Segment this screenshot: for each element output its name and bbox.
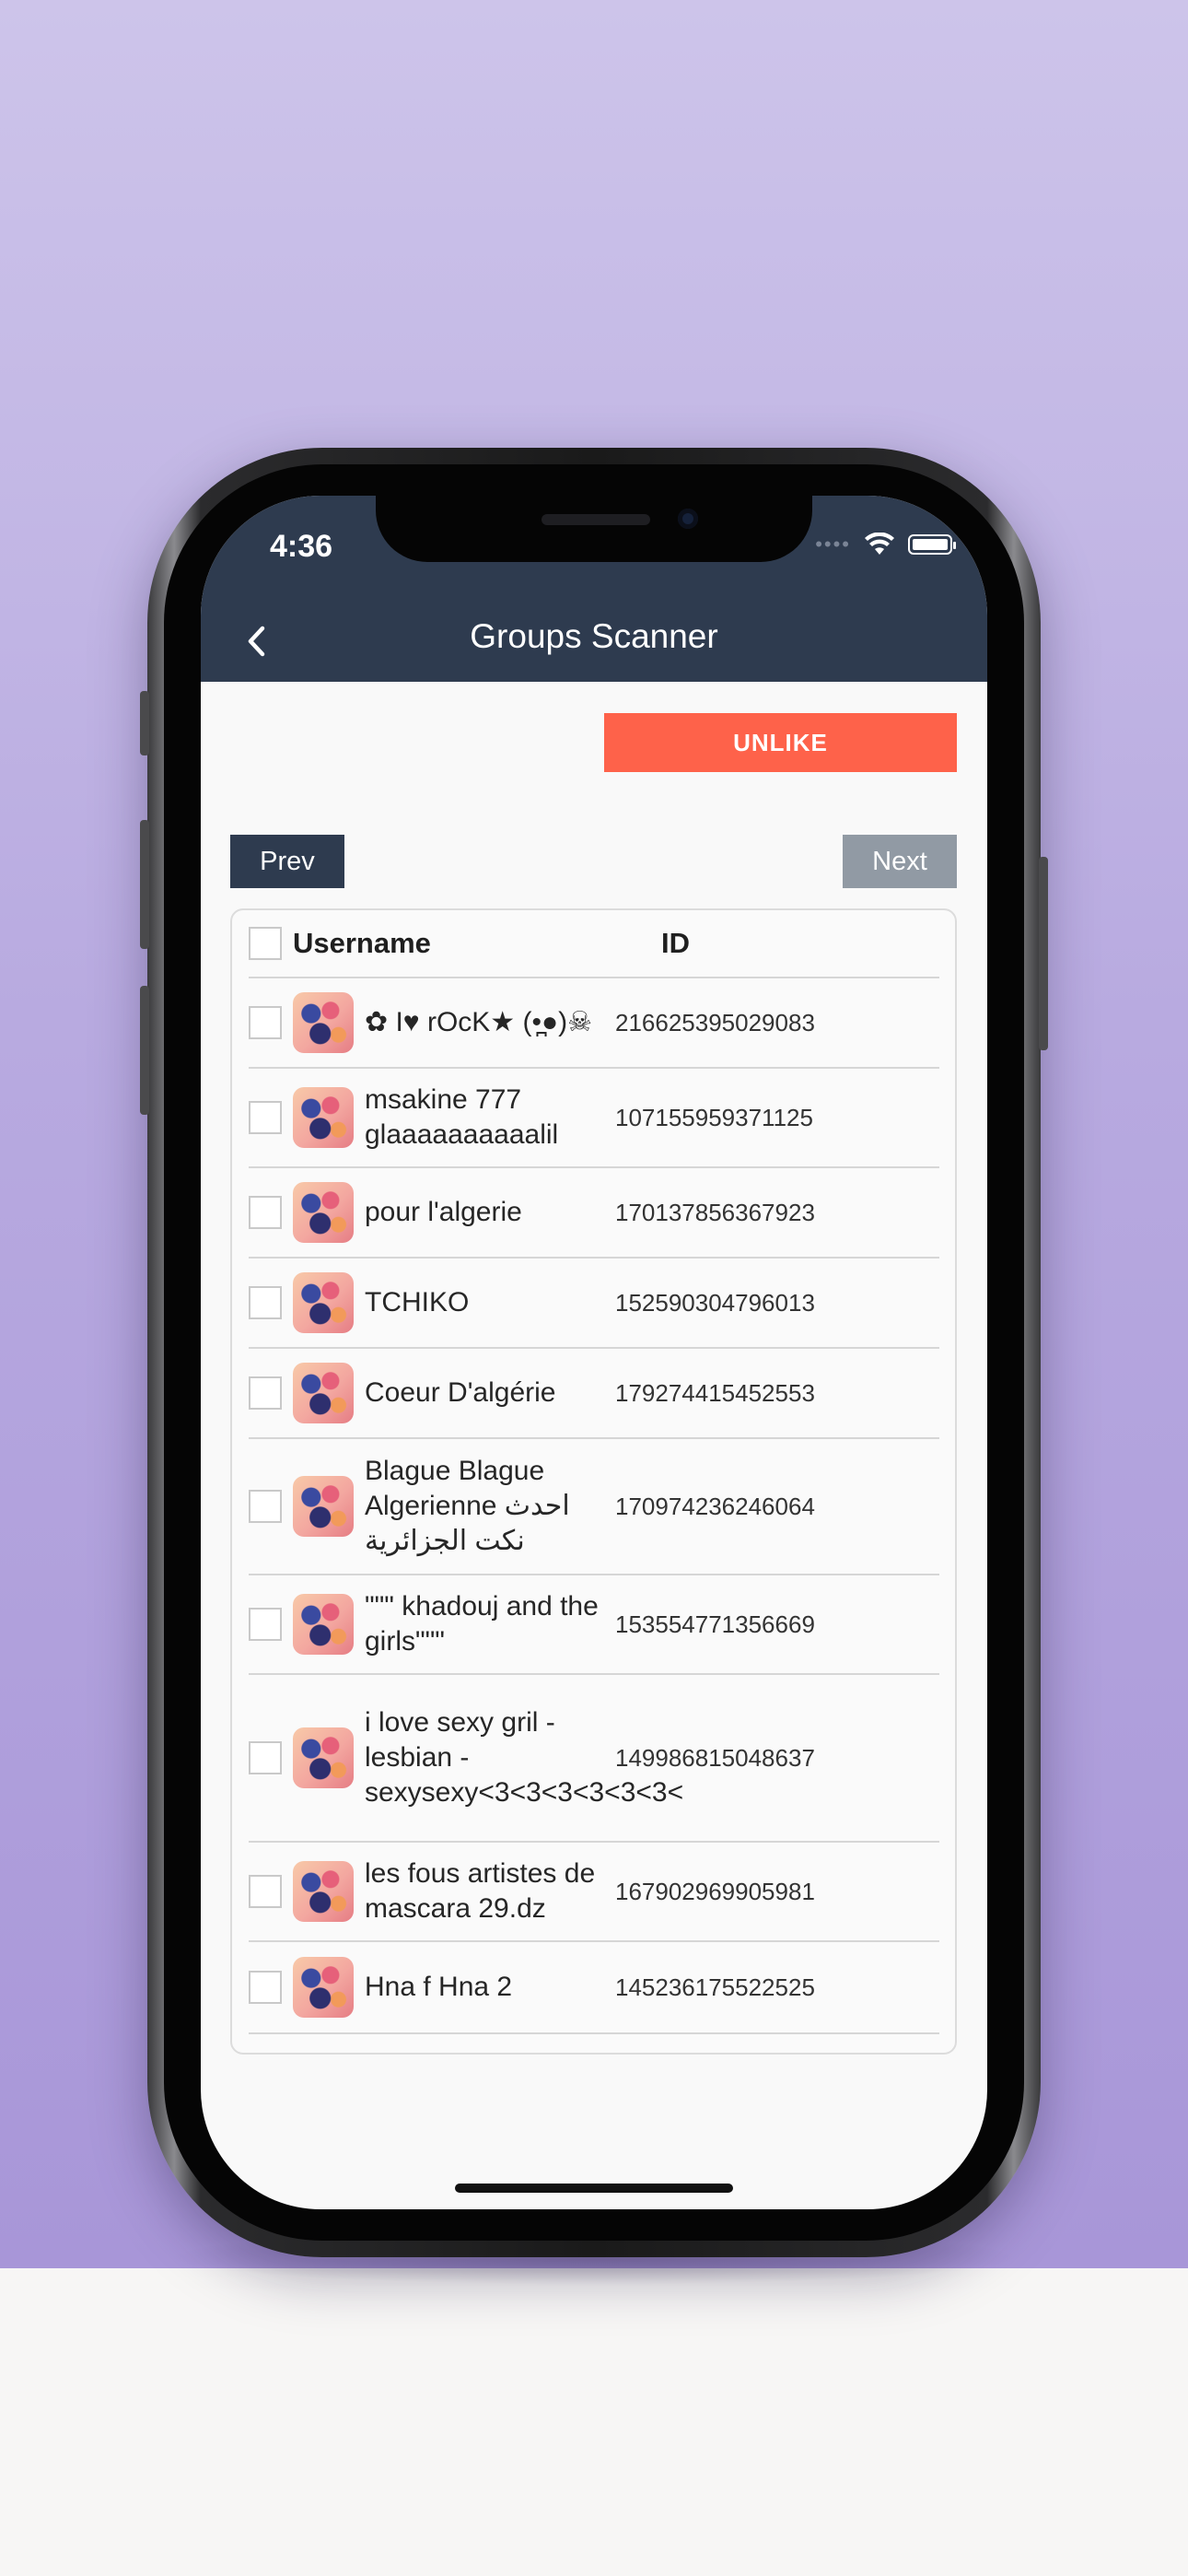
group-id: 153554771356669 [615, 1610, 815, 1638]
group-avatar [293, 1272, 354, 1333]
group-username: TCHIKO [365, 1287, 470, 1317]
group-id: 167902969905981 [615, 1877, 815, 1905]
front-camera [678, 509, 698, 529]
group-id: 107155959371125 [615, 1103, 813, 1131]
volume-down-button [140, 986, 149, 1115]
home-indicator [455, 2184, 733, 2193]
next-button[interactable]: Next [843, 835, 957, 888]
group-avatar [293, 1087, 354, 1148]
prev-button[interactable]: Prev [230, 835, 344, 888]
group-avatar [293, 1727, 354, 1788]
row-checkbox[interactable] [249, 1101, 282, 1134]
group-id: 170137856367923 [615, 1198, 815, 1226]
group-username: Hna f Hna 2 [365, 1972, 513, 2002]
header-username: Username [293, 927, 431, 959]
table-row[interactable]: Blague Blague Algerienne احدث نكت الجزائ… [249, 1439, 939, 1575]
row-checkbox[interactable] [249, 1376, 282, 1410]
group-avatar [293, 1957, 354, 2018]
row-checkbox[interactable] [249, 1971, 282, 2004]
header-id: ID [661, 927, 690, 959]
table-row[interactable]: pour l'algerie 170137856367923 [249, 1168, 939, 1259]
group-id: 149986815048637 [615, 1743, 815, 1772]
row-checkbox[interactable] [249, 1741, 282, 1774]
groups-table: Username ID ✿ I♥ rOcK★ (•̪●)☠ 2166253950… [249, 910, 939, 2034]
unlike-button[interactable]: UNLIKE [604, 713, 957, 772]
group-avatar [293, 1476, 354, 1537]
status-icons: •••• [815, 533, 956, 556]
row-checkbox[interactable] [249, 1196, 282, 1229]
group-id: 170974236246064 [615, 1492, 815, 1520]
table-header: Username ID [249, 910, 939, 978]
group-avatar [293, 1363, 354, 1423]
groups-table-card: Username ID ✿ I♥ rOcK★ (•̪●)☠ 2166253950… [230, 908, 957, 2055]
app-screen: 4:36 •••• Groups Scanner UNLIKE Prev Nex… [201, 496, 987, 2209]
group-username: Coeur D'algérie [365, 1377, 556, 1408]
table-row[interactable]: les fous artistes de mascara 29.dz 16790… [249, 1843, 939, 1942]
table-row[interactable]: TCHIKO 152590304796013 [249, 1259, 939, 1349]
group-username: ✿ I♥ rOcK★ (•̪●)☠ [365, 1007, 593, 1037]
group-username: i love sexy gril - lesbian - sexysexy<3<… [365, 1707, 684, 1808]
select-all-checkbox[interactable] [249, 927, 282, 960]
group-username: pour l'algerie [365, 1197, 522, 1227]
row-checkbox[interactable] [249, 1608, 282, 1641]
row-checkbox[interactable] [249, 1286, 282, 1319]
row-checkbox[interactable] [249, 1006, 282, 1039]
wifi-icon [865, 533, 894, 555]
mute-switch [140, 691, 149, 755]
group-username: les fous artistes de mascara 29.dz [365, 1858, 596, 1924]
table-row[interactable]: i love sexy gril - lesbian - sexysexy<3<… [249, 1675, 939, 1843]
group-id: 179274415452553 [615, 1378, 815, 1407]
table-row[interactable]: msakine 777 glaaaaaaaaaalil 107155959371… [249, 1069, 939, 1168]
group-id: 216625395029083 [615, 1008, 815, 1036]
row-checkbox[interactable] [249, 1490, 282, 1523]
group-username: Blague Blague Algerienne احدث نكت الجزائ… [365, 1456, 570, 1556]
speaker [542, 514, 650, 525]
power-button [1039, 857, 1048, 1050]
group-id: 145236175522525 [615, 1973, 815, 2001]
row-checkbox[interactable] [249, 1875, 282, 1908]
table-row[interactable]: Coeur D'algérie 179274415452553 [249, 1349, 939, 1439]
group-username: """ khadouj and the girls""" [365, 1591, 599, 1657]
battery-icon [908, 534, 956, 555]
status-time: 4:36 [270, 529, 333, 564]
table-row[interactable]: Hna f Hna 2 145236175522525 [249, 1942, 939, 2034]
page-title: Groups Scanner [470, 617, 718, 655]
table-row[interactable]: ✿ I♥ rOcK★ (•̪●)☠ 216625395029083 [249, 978, 939, 1069]
group-id: 152590304796013 [615, 1288, 815, 1317]
group-avatar [293, 1182, 354, 1243]
table-row[interactable]: """ khadouj and the girls""" 15355477135… [249, 1575, 939, 1675]
group-avatar [293, 992, 354, 1053]
group-avatar [293, 1861, 354, 1922]
group-username: msakine 777 glaaaaaaaaaalil [365, 1084, 559, 1150]
notch [376, 496, 812, 562]
volume-up-button [140, 820, 149, 949]
group-avatar [293, 1594, 354, 1655]
signal-icon: •••• [815, 533, 851, 556]
